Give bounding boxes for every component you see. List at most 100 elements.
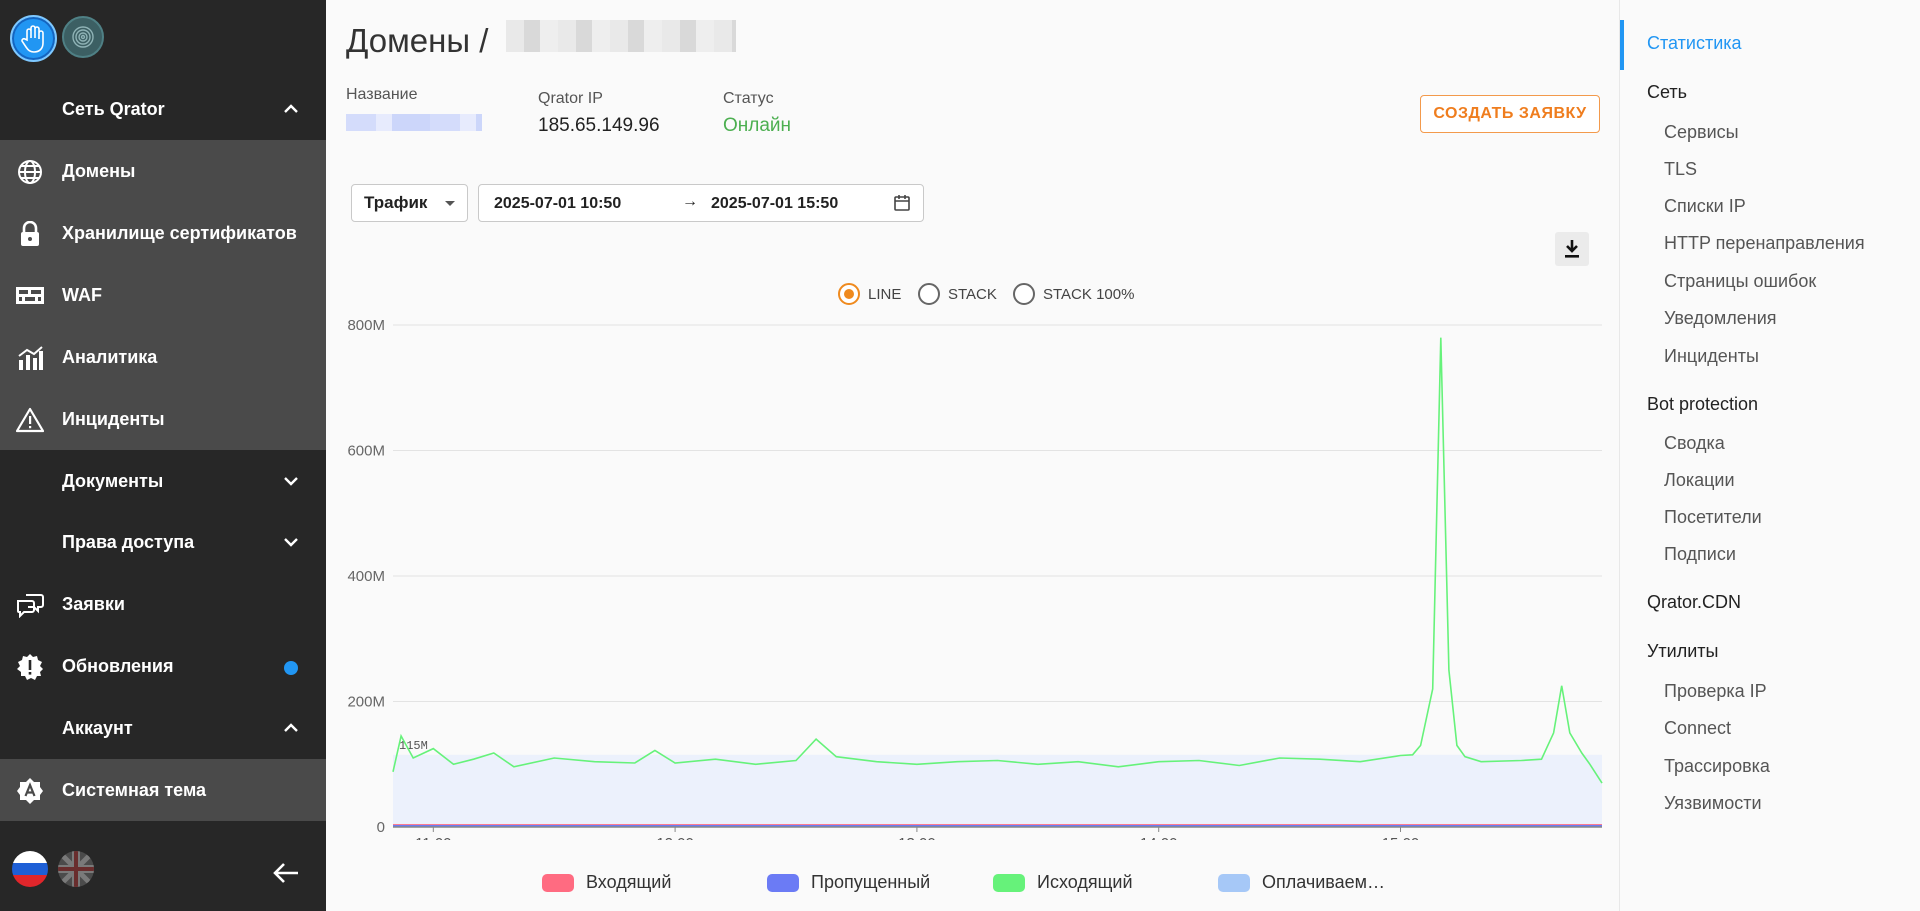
nav-label: Инциденты bbox=[62, 408, 165, 429]
toc-item-http-redirects[interactable]: HTTP перенаправления bbox=[1664, 233, 1865, 254]
legend-swatch bbox=[542, 873, 574, 892]
metric-select-value: Трафик bbox=[364, 193, 428, 212]
nav-item-system-theme[interactable]: Системная тема bbox=[0, 759, 326, 821]
nav-group-account[interactable]: Аккаунт bbox=[0, 697, 326, 759]
legend-swatch bbox=[767, 873, 799, 892]
toc-item-utilities[interactable]: Утилиты bbox=[1647, 641, 1718, 662]
nav-item-requests[interactable]: Заявки bbox=[0, 573, 326, 635]
toc-item-vulnerabilities[interactable]: Уязвимости bbox=[1664, 793, 1762, 814]
toc-item-statistics[interactable]: Статистика bbox=[1647, 33, 1742, 54]
legend-item-outgoing[interactable]: Исходящий bbox=[993, 872, 1133, 893]
nav-label: Права доступа bbox=[62, 531, 195, 552]
nav-item-certificates[interactable]: Хранилище сертификатов bbox=[0, 202, 326, 264]
x-tick-label: 13:00 bbox=[898, 835, 936, 840]
toc-item-ip-check[interactable]: Проверка IP bbox=[1664, 681, 1767, 702]
russian-flag-icon[interactable] bbox=[12, 851, 48, 887]
legend-item-billable[interactable]: Оплачиваем… bbox=[1218, 872, 1385, 893]
legend-label: Оплачиваем… bbox=[1262, 872, 1386, 892]
british-flag-icon[interactable] bbox=[58, 851, 94, 887]
download-button[interactable] bbox=[1555, 232, 1589, 266]
qrator-ip-label: Qrator IP bbox=[538, 90, 603, 107]
qrator-ip-value: 185.65.149.96 bbox=[538, 115, 660, 136]
nav-group-access-rights[interactable]: Права доступа bbox=[0, 511, 326, 573]
date-to[interactable]: 2025-07-01 15:50 bbox=[711, 195, 838, 213]
page-title: Домены / bbox=[346, 22, 489, 59]
date-range-picker[interactable]: 2025-07-01 10:50 → 2025-07-01 15:50 bbox=[478, 184, 924, 222]
y-tick-label: 600M bbox=[347, 443, 385, 460]
lock-icon bbox=[16, 221, 44, 247]
legend-swatch bbox=[1218, 873, 1250, 892]
range-arrow-icon: → bbox=[682, 193, 698, 210]
nav-item-updates[interactable]: Обновления bbox=[0, 635, 326, 697]
legend-label: Пропущенный bbox=[811, 872, 931, 892]
toc-item-qrator-cdn[interactable]: Qrator.CDN bbox=[1647, 592, 1741, 613]
legend-item-incoming[interactable]: Входящий bbox=[542, 872, 671, 893]
x-tick-label: 14:00 bbox=[1140, 835, 1178, 840]
chevron-down-icon bbox=[284, 538, 298, 547]
toc-item-notifications[interactable]: Уведомления bbox=[1664, 308, 1777, 329]
table-of-contents: Статистика Сеть Сервисы TLS Списки IP HT… bbox=[1619, 0, 1920, 911]
theme-icon bbox=[16, 778, 44, 804]
toc-item-ip-lists[interactable]: Списки IP bbox=[1664, 196, 1746, 217]
toc-item-tls[interactable]: TLS bbox=[1664, 159, 1697, 180]
toc-item-signatures[interactable]: Подписи bbox=[1664, 544, 1736, 565]
analytics-icon bbox=[16, 345, 44, 371]
nav-item-waf[interactable]: WAF bbox=[0, 264, 326, 326]
status-value: Онлайн bbox=[723, 115, 792, 136]
nav-label: Системная тема bbox=[62, 779, 207, 800]
status-label: Статус bbox=[723, 90, 774, 107]
y-tick-label: 0 bbox=[377, 819, 385, 836]
toc-item-traceroute[interactable]: Трассировка bbox=[1664, 756, 1770, 777]
date-from[interactable]: 2025-07-01 10:50 bbox=[494, 195, 621, 213]
nav-label: Аккаунт bbox=[62, 717, 133, 738]
y-tick-label: 200M bbox=[347, 694, 385, 711]
toc-item-services[interactable]: Сервисы bbox=[1664, 122, 1739, 143]
chevron-up-icon bbox=[284, 104, 298, 113]
x-tick-label: 11:00 bbox=[415, 835, 451, 840]
nav-label: Обновления bbox=[62, 655, 174, 676]
nav-item-analytics[interactable]: Аналитика bbox=[0, 326, 326, 388]
chevron-down-icon bbox=[284, 477, 298, 486]
toc-item-summary[interactable]: Сводка bbox=[1664, 433, 1725, 454]
sidebar: Сеть Qrator Домены Хранилище сертификато… bbox=[0, 0, 326, 911]
billable-band bbox=[393, 754, 1602, 827]
fingerprint-logo-icon[interactable] bbox=[62, 16, 104, 58]
hand-logo-icon[interactable] bbox=[10, 15, 57, 62]
alert-badge-icon bbox=[16, 654, 44, 680]
traffic-chart: 800M600M400M200M0115M11:0012:0013:0014:0… bbox=[347, 317, 1603, 840]
metric-select[interactable]: Трафик bbox=[351, 184, 468, 222]
firewall-icon bbox=[16, 283, 44, 309]
create-request-button[interactable]: СОЗДАТЬ ЗАЯВКУ bbox=[1420, 95, 1600, 133]
y-tick-label: 800M bbox=[347, 317, 385, 334]
calendar-icon[interactable] bbox=[893, 194, 911, 212]
logo-row bbox=[0, 0, 326, 78]
nav-group-qrator-network[interactable]: Сеть Qrator bbox=[0, 78, 326, 140]
domain-name-redacted bbox=[506, 20, 736, 52]
nav-item-incidents[interactable]: Инциденты bbox=[0, 388, 326, 450]
toc-item-error-pages[interactable]: Страницы ошибок bbox=[1664, 271, 1816, 292]
series-outgoing-line bbox=[392, 337, 1603, 784]
legend-item-passed[interactable]: Пропущенный bbox=[767, 872, 930, 893]
nav-label: Документы bbox=[62, 470, 164, 491]
caret-down-icon bbox=[445, 201, 455, 206]
warning-icon bbox=[16, 407, 44, 433]
name-label: Название bbox=[346, 86, 418, 103]
sidebar-footer bbox=[0, 835, 326, 911]
toc-item-connect[interactable]: Connect bbox=[1664, 718, 1731, 739]
nav-label: Заявки bbox=[62, 593, 125, 614]
name-value-redacted bbox=[346, 114, 482, 131]
toc-item-incidents[interactable]: Инциденты bbox=[1664, 346, 1759, 367]
legend-label: Входящий bbox=[586, 872, 672, 892]
toc-item-bot-protection[interactable]: Bot protection bbox=[1647, 394, 1758, 415]
toc-item-visitors[interactable]: Посетители bbox=[1664, 507, 1762, 528]
nav-label: WAF bbox=[62, 284, 102, 305]
toc-item-locations[interactable]: Локации bbox=[1664, 470, 1735, 491]
nav-label: Домены bbox=[62, 160, 136, 181]
arrow-left-icon[interactable] bbox=[272, 861, 300, 885]
toc-item-network[interactable]: Сеть bbox=[1647, 82, 1687, 103]
x-tick-label: 15:00 bbox=[1382, 835, 1420, 840]
nav-item-domains[interactable]: Домены bbox=[0, 140, 326, 202]
nav-group-documents[interactable]: Документы bbox=[0, 450, 326, 512]
y-tick-label: 400M bbox=[347, 568, 385, 585]
download-icon bbox=[1565, 240, 1579, 258]
